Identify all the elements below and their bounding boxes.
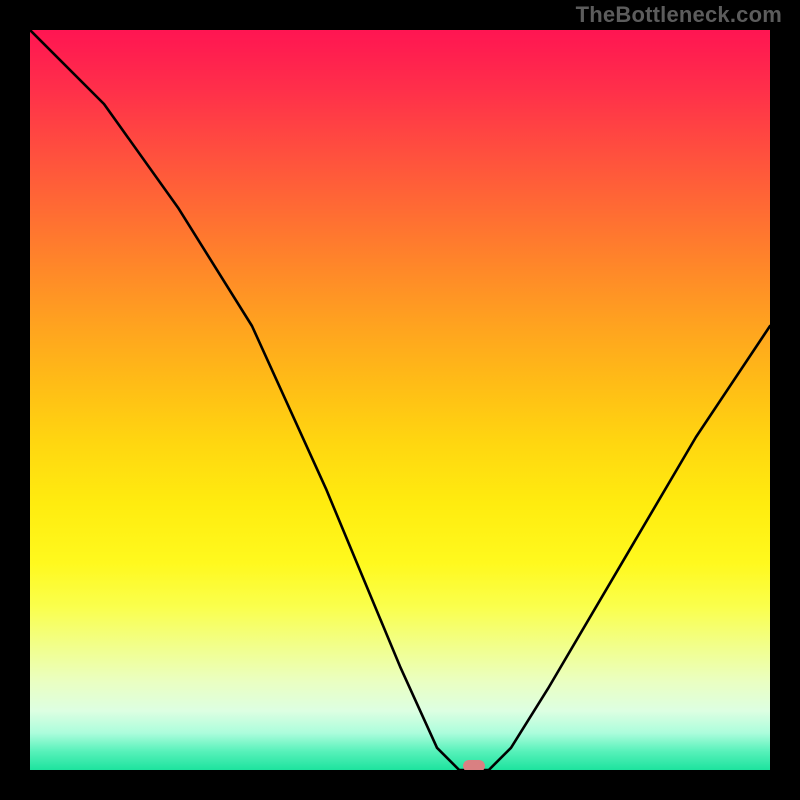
curve-path bbox=[30, 30, 770, 770]
optimal-marker bbox=[463, 760, 485, 770]
chart-frame: TheBottleneck.com bbox=[0, 0, 800, 800]
bottleneck-curve bbox=[30, 30, 770, 770]
plot-area bbox=[30, 30, 770, 770]
watermark-text: TheBottleneck.com bbox=[576, 2, 782, 28]
